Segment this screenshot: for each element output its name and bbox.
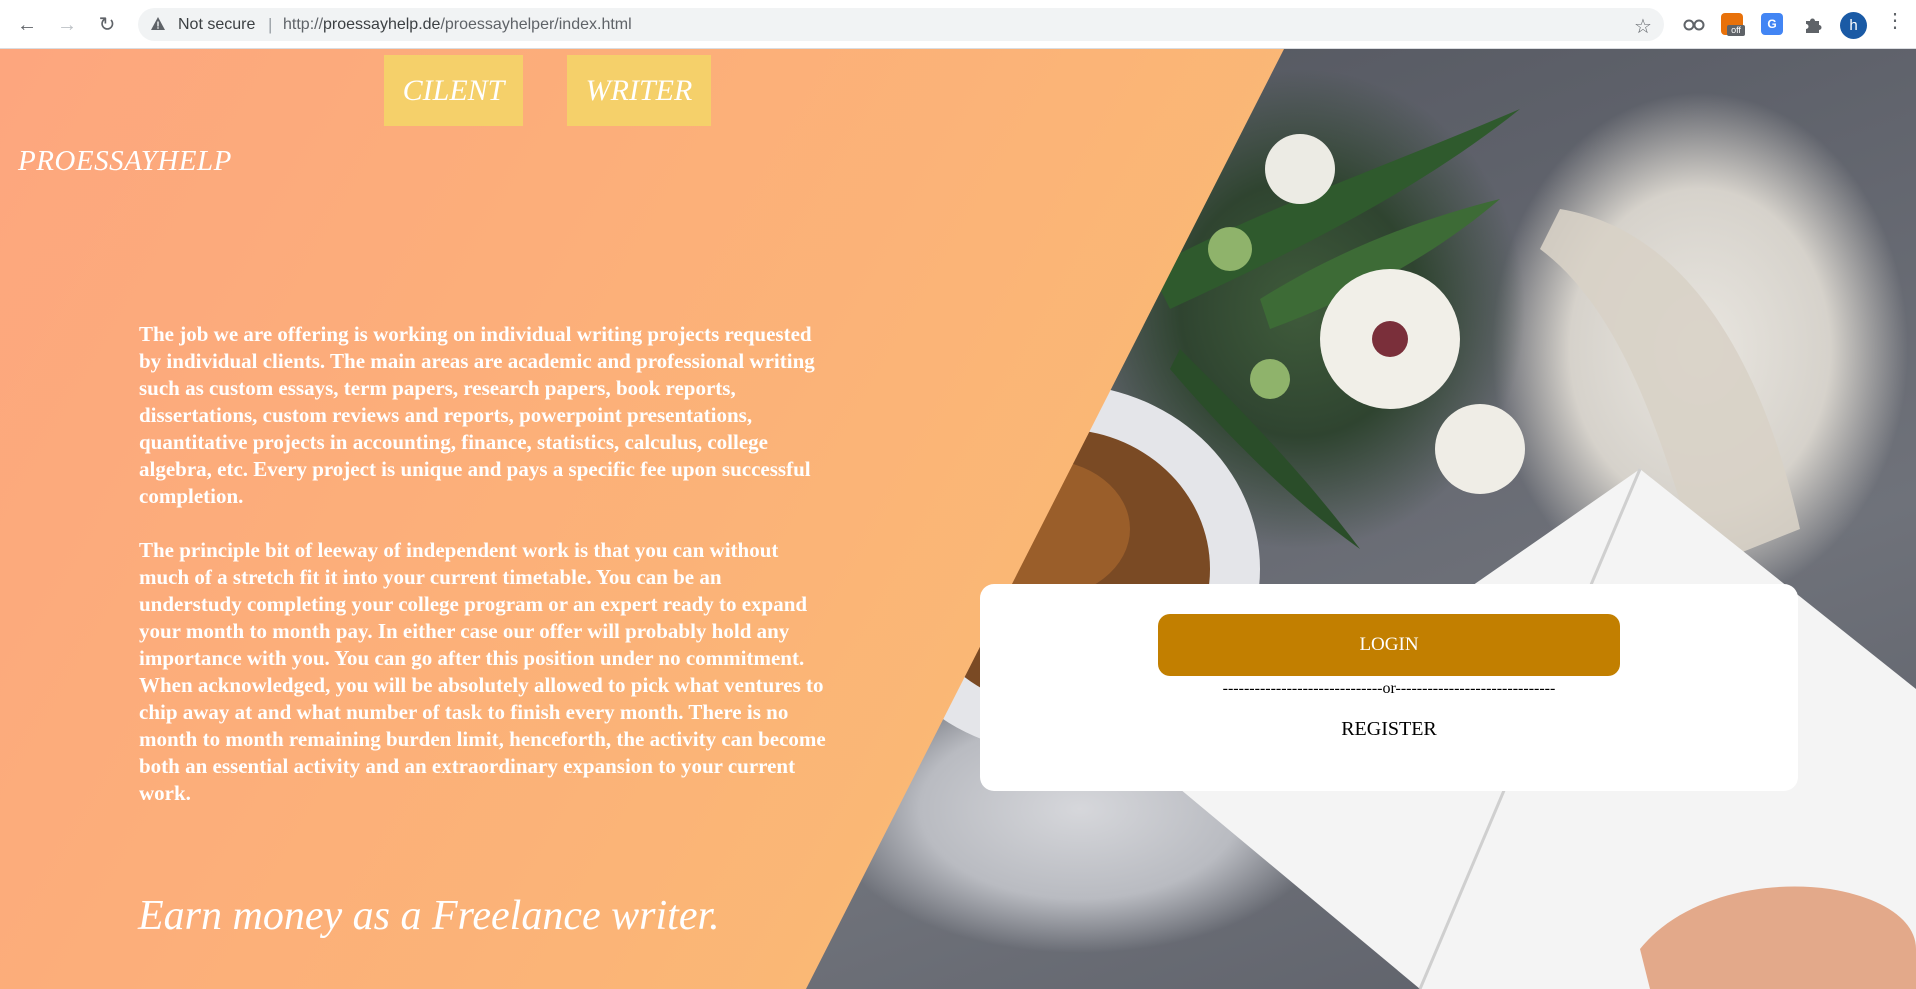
intro-paragraph: The job we are offering is working on in… — [139, 322, 815, 508]
extensions-puzzle-icon[interactable] — [1802, 13, 1824, 35]
page-content: CILENT WRITER PROESSAYHELP The job we ar… — [0, 49, 1916, 989]
benefits-paragraph: The principle bit of leeway of independe… — [139, 538, 826, 805]
login-card: LOGIN ------------------------------or--… — [980, 584, 1798, 791]
back-arrow-icon[interactable]: ← — [14, 12, 40, 38]
writer-button[interactable]: WRITER — [567, 55, 711, 126]
forward-arrow-icon[interactable]: → — [54, 12, 80, 38]
url-scheme: http:// — [283, 16, 324, 33]
or-divider: ------------------------------or--------… — [1222, 680, 1556, 697]
profile-avatar[interactable]: h — [1840, 12, 1867, 39]
kebab-menu-icon[interactable]: ⋮ — [1885, 11, 1905, 31]
url-separator: | — [268, 15, 273, 34]
translate-extension-icon[interactable]: G — [1761, 13, 1783, 35]
extension-off-icon[interactable]: off — [1721, 13, 1745, 36]
extension-glasses-icon[interactable] — [1683, 14, 1705, 36]
url-text: http://proessayhelp.de/proessayhelper/in… — [283, 16, 632, 34]
tagline: Earn money as a Freelance writer. — [138, 893, 720, 939]
site-logo-text: PROESSAYHELP — [18, 145, 232, 177]
bookmark-star-icon[interactable]: ☆ — [1634, 14, 1652, 39]
url-path: /proessayhelper/index.html — [440, 16, 632, 33]
register-link[interactable]: REGISTER — [980, 718, 1798, 741]
security-status: Not secure — [178, 16, 256, 33]
browser-toolbar: ← → ↻ Not secure | http://proessayhelp.d… — [0, 0, 1916, 49]
login-button[interactable]: LOGIN — [1158, 614, 1620, 676]
client-button[interactable]: CILENT — [384, 55, 523, 126]
reload-icon[interactable]: ↻ — [94, 12, 120, 38]
address-bar[interactable]: Not secure | http://proessayhelp.de/proe… — [138, 8, 1664, 41]
url-host: proessayhelp.de — [323, 16, 441, 33]
extension-off-badge: off — [1727, 25, 1745, 36]
warning-icon — [151, 17, 165, 30]
